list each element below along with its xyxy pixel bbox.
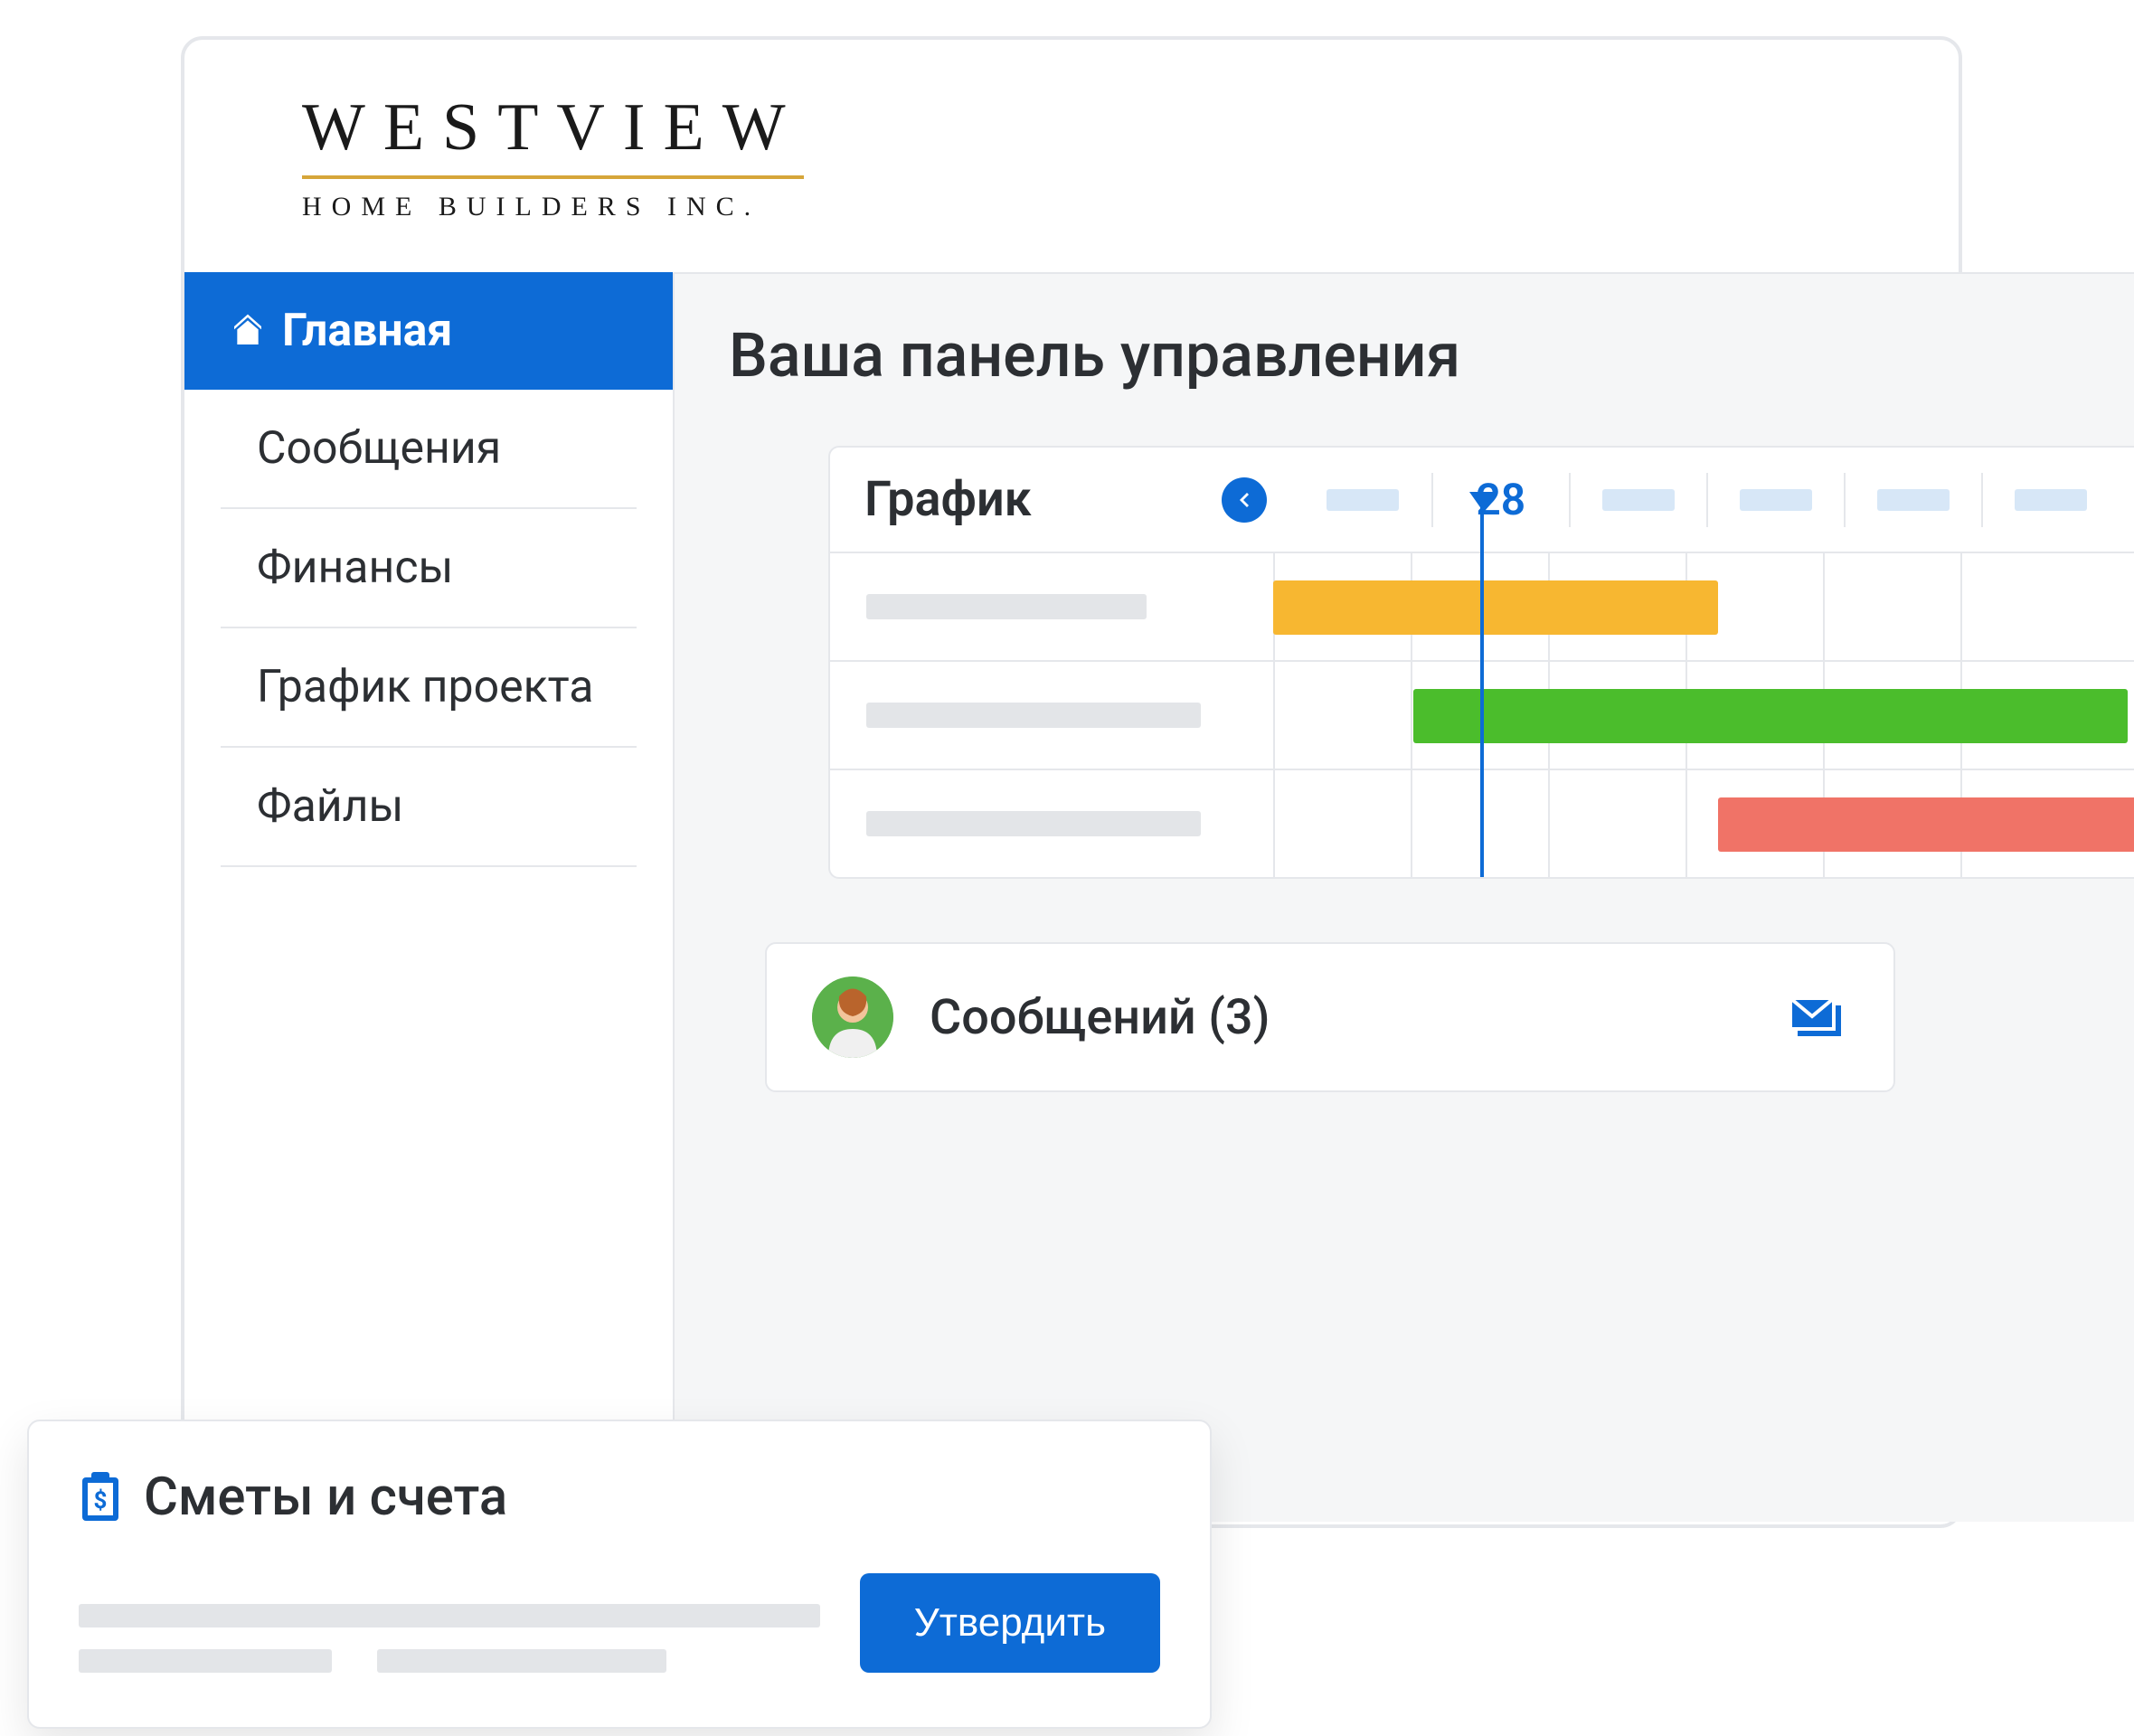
gantt-track — [1273, 770, 2134, 877]
task-label-placeholder — [830, 594, 1273, 619]
sidebar-item-label: Сообщения — [257, 422, 501, 475]
date-placeholder — [1844, 473, 1981, 527]
sidebar-item-files[interactable]: Файлы — [221, 748, 637, 867]
date-placeholder — [1706, 473, 1844, 527]
mail-icon — [1785, 986, 1848, 1049]
invoice-body: Утвердить — [79, 1573, 1160, 1673]
content-pane: Ваша панель управления График 28 — [673, 272, 2134, 1522]
brand-logo: WESTVIEW HOME BUILDERS INC. — [184, 40, 1959, 272]
approve-button[interactable]: Утвердить — [860, 1573, 1160, 1673]
invoice-title: Сметы и счета — [144, 1467, 507, 1528]
gantt-track — [1273, 662, 2134, 769]
schedule-body — [830, 552, 2134, 877]
page-title: Ваша панель управления — [729, 319, 2134, 392]
sidebar-item-messages[interactable]: Сообщения — [221, 390, 637, 509]
sidebar-item-schedule[interactable]: График проекта — [221, 628, 637, 748]
sidebar-item-label: Файлы — [257, 780, 403, 833]
invoice-header: $ Сметы и счета — [79, 1467, 1160, 1528]
sidebar-item-home[interactable]: Главная — [184, 272, 673, 390]
schedule-card: График 28 — [828, 446, 2134, 879]
gantt-bar-green[interactable] — [1413, 689, 2128, 743]
gantt-track — [1273, 553, 2134, 660]
main-area: Главная Сообщения Финансы График проекта… — [184, 272, 1959, 1522]
today-marker — [1480, 497, 1484, 877]
sidebar-item-finance[interactable]: Финансы — [221, 509, 637, 628]
task-label-placeholder — [830, 703, 1273, 728]
gantt-bar-red[interactable] — [1718, 797, 2134, 852]
home-icon — [230, 313, 266, 349]
invoice-card: $ Сметы и счета Утвердить — [27, 1420, 1212, 1729]
invoice-text-placeholder — [79, 1604, 860, 1673]
date-placeholder — [1981, 473, 2119, 527]
date-placeholder — [1569, 473, 1706, 527]
clipboard-dollar-icon: $ — [79, 1472, 122, 1523]
messages-label: Сообщений (3) — [930, 989, 1749, 1046]
sidebar-item-label: График проекта — [257, 661, 594, 713]
sidebar-item-label: Финансы — [257, 542, 453, 594]
sidebar-item-label: Главная — [282, 305, 452, 357]
schedule-title: График — [864, 471, 1032, 528]
messages-card[interactable]: Сообщений (3) — [765, 942, 1895, 1092]
chevron-left-icon — [1233, 489, 1255, 511]
date-current[interactable]: 28 — [1431, 473, 1569, 527]
avatar — [812, 976, 893, 1058]
task-label-placeholder — [830, 811, 1273, 836]
date-strip: 28 — [1294, 473, 2119, 527]
brand-name: WESTVIEW — [302, 90, 804, 179]
svg-text:$: $ — [94, 1487, 108, 1514]
gantt-bar-yellow[interactable] — [1273, 580, 1718, 635]
sidebar: Главная Сообщения Финансы График проекта… — [184, 272, 673, 1522]
app-window: WESTVIEW HOME BUILDERS INC. Главная Сооб… — [181, 36, 1962, 1528]
date-placeholder — [1294, 473, 1431, 527]
brand-subtitle: HOME BUILDERS INC. — [302, 192, 1959, 222]
schedule-prev-button[interactable] — [1222, 477, 1267, 523]
